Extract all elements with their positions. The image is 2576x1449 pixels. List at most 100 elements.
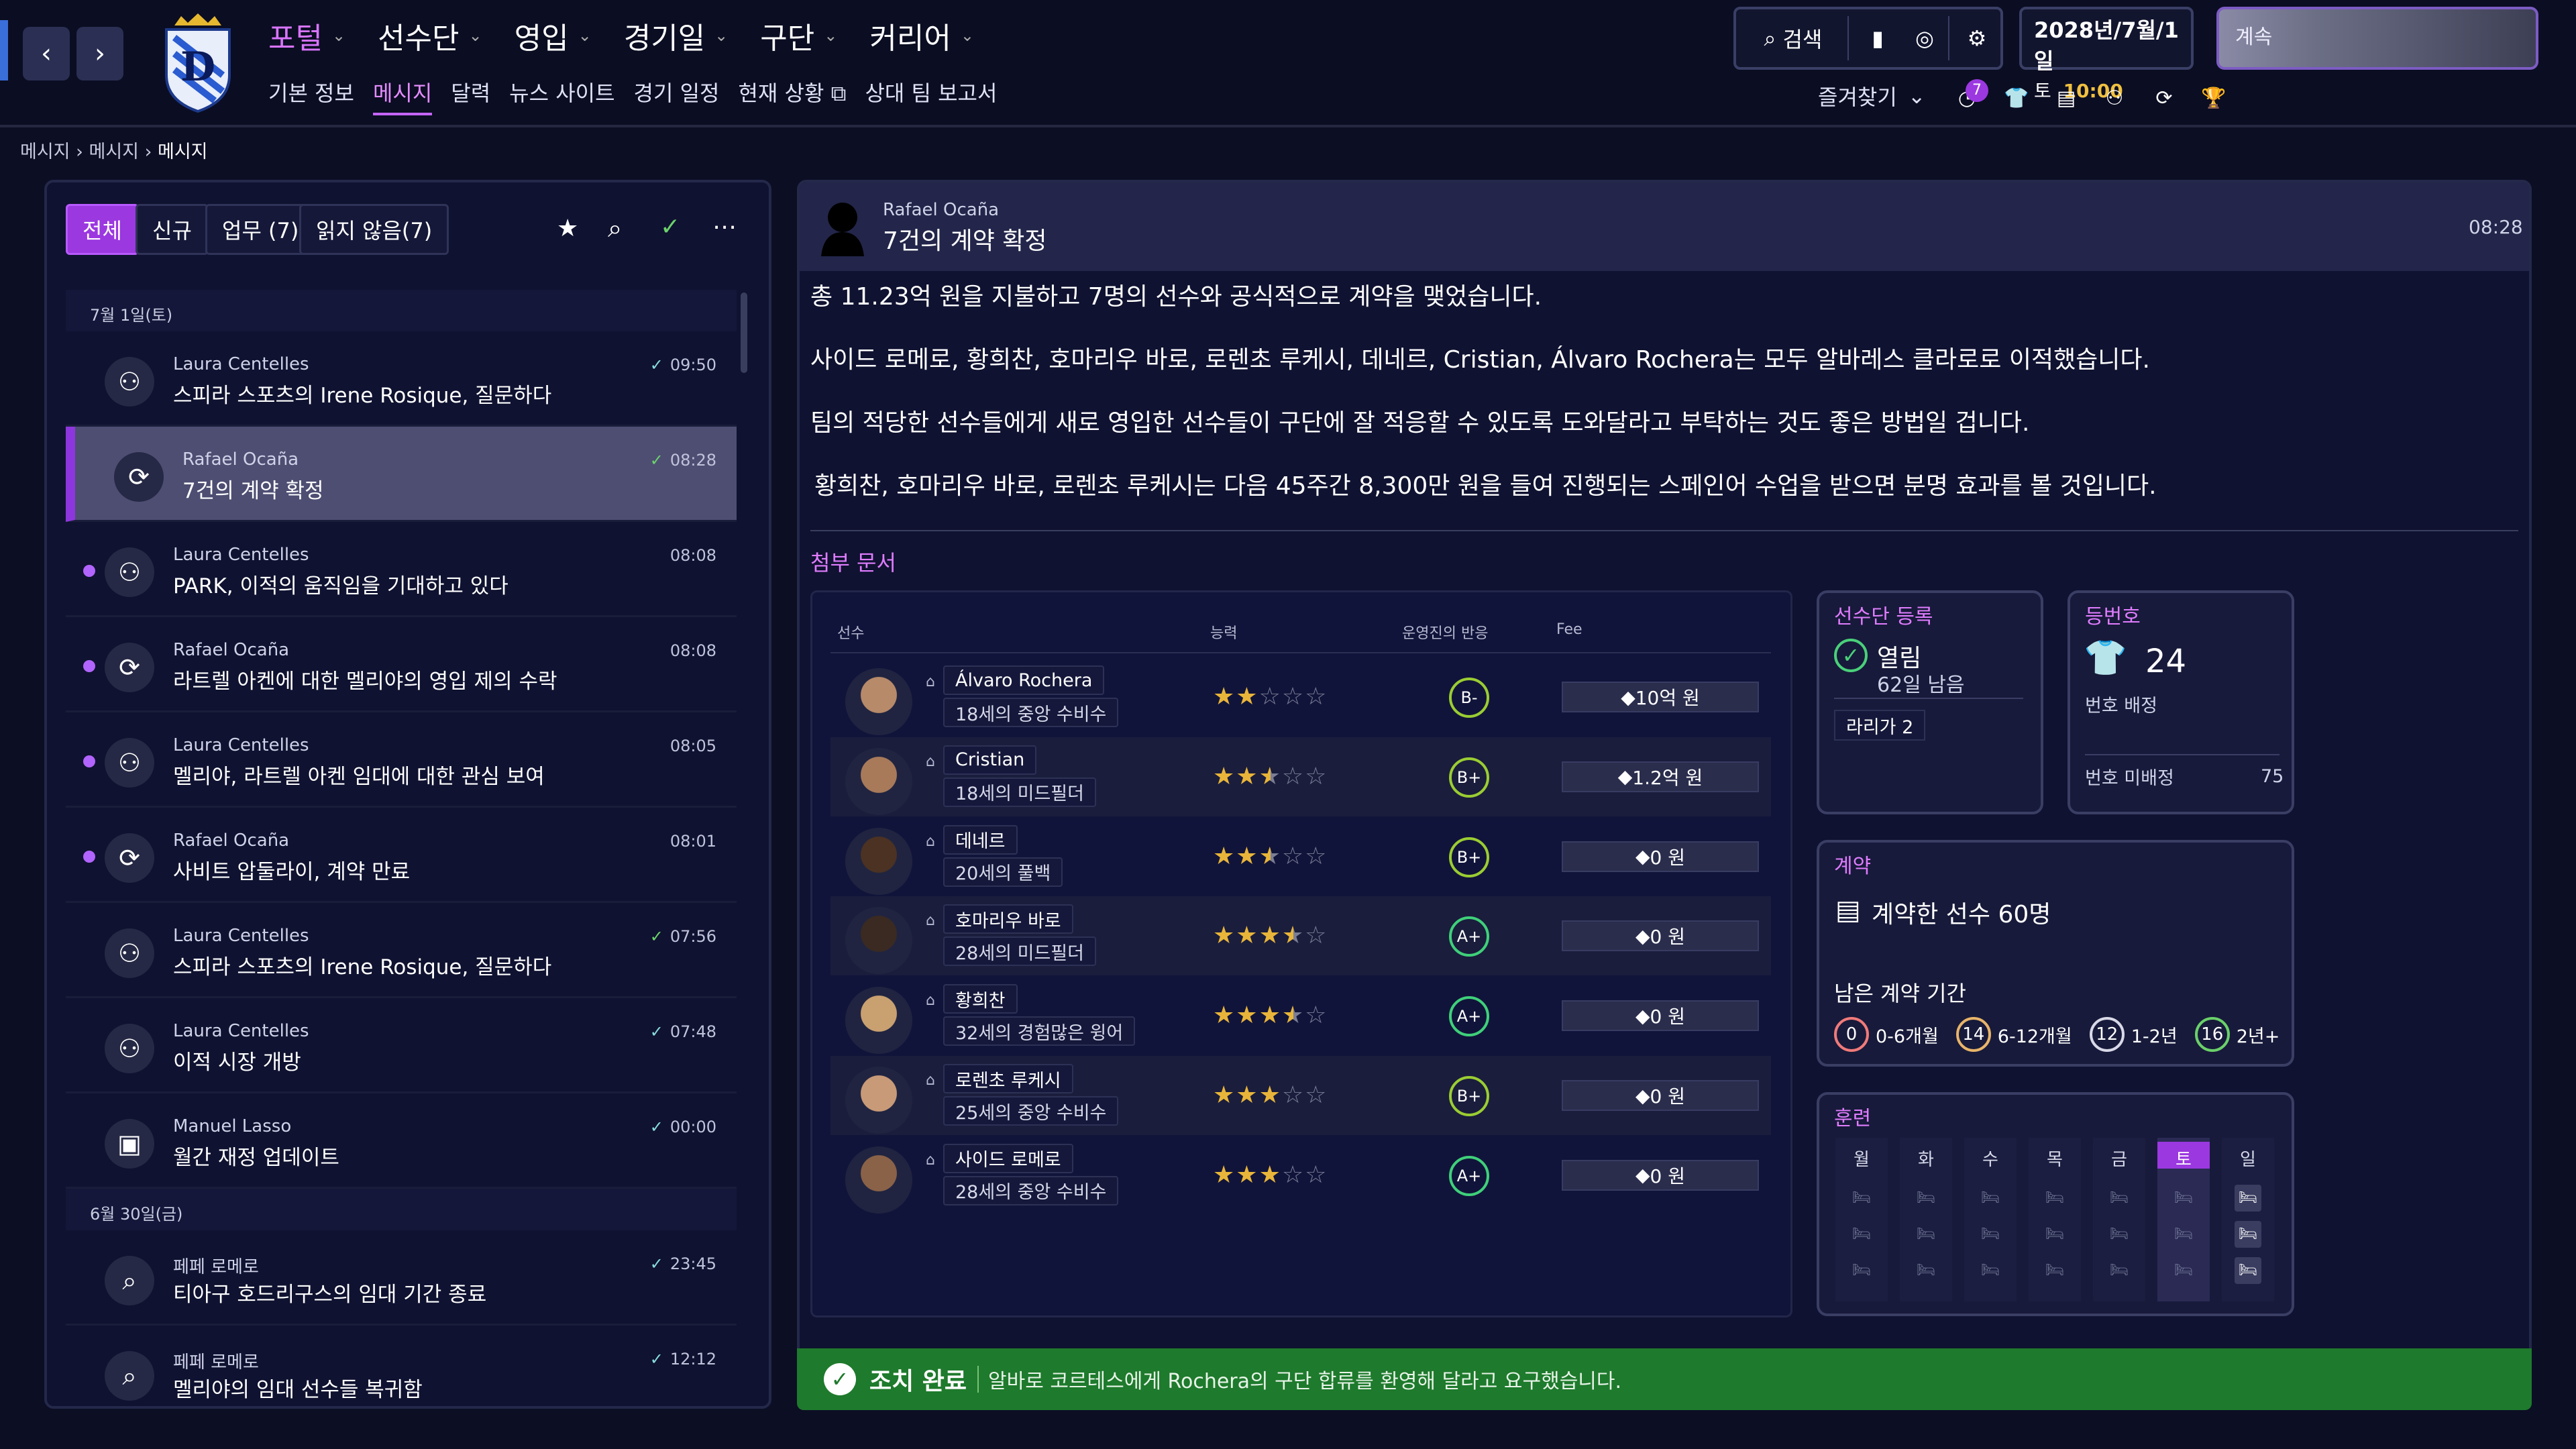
nav-portal[interactable]: 포털 ⌄ [268,14,345,57]
club-crest-logo[interactable]: D [161,13,235,113]
rest-bed-icon[interactable]: 🛏 [1848,1221,1875,1248]
tab-all[interactable]: 전체 [66,204,139,255]
subnav-news[interactable]: 뉴스 사이트 [509,76,614,115]
board-reaction-grade: B+ [1449,757,1489,798]
forward-button[interactable]: › [76,27,123,80]
crumb-2[interactable]: 메시지 [89,142,140,162]
player-name[interactable]: 사이드 로메로 [943,1143,1073,1173]
nav-career[interactable]: 커리어 ⌄ [869,14,974,57]
rest-bed-icon[interactable]: 🛏 [2170,1185,2197,1212]
rest-bed-icon[interactable]: 🛏 [2041,1221,2068,1248]
message-item[interactable]: ⚇ Laura Centelles 이적 시장 개방 ✓ 07:48 [66,998,737,1093]
player-row[interactable]: ⌂ Cristian 18세의 미드필더 ★★★☆☆ B+ ◆ 1.2억 원 [830,737,1771,816]
transfer-fee: ◆ 0 원 [1562,1000,1759,1032]
inbox-scrollbar[interactable] [741,292,747,373]
mark-all-read[interactable]: ✓ [660,213,680,241]
message-item[interactable]: ⟳ Rafael Ocaña 7건의 계약 확정 ✓ 08:28 [66,427,737,522]
contract-bucket[interactable]: 0 0-6개월 [1834,1017,1939,1052]
subnav-calendar[interactable]: 달력 [451,76,490,115]
subnav-opposition[interactable]: 상대 팀 보고서 [865,76,997,115]
kit-button[interactable]: 👕 [2002,83,2031,113]
rest-bed-icon[interactable]: 🛏 [1977,1185,2004,1212]
player-row[interactable]: ⌂ 황희찬 32세의 경험많은 윙어 ★★★★☆ A+ ◆ 0 원 [830,976,1771,1055]
rest-bed-icon[interactable]: 🛏 [1913,1185,1939,1212]
more-menu[interactable]: ⋯ [712,213,737,241]
unread-dot [83,565,95,577]
message-item[interactable]: ⚇ Laura Centelles 스피라 스포츠의 Irene Rosique… [66,331,737,427]
subnav-inbox[interactable]: 메시지 [372,76,433,115]
tactics-button[interactable]: ▤ [2051,83,2081,113]
rest-bed-icon[interactable]: 🛏 [2041,1185,2068,1212]
rest-bed-icon[interactable]: 🛏 [2235,1185,2261,1212]
player-name[interactable]: 황희찬 [943,984,1018,1014]
world-button[interactable]: ◎ [1901,9,1948,67]
rest-bed-icon[interactable]: 🛏 [1848,1185,1875,1212]
date-display[interactable]: 2028년/7월/1일 토 10:00 [2019,7,2194,102]
message-item[interactable]: ⟳ Rafael Ocaña 사비트 압둘라이, 계약 만료 08:01 [66,808,737,903]
settings-button[interactable]: ⚙ [1953,9,2000,67]
back-button[interactable]: ‹ [23,27,70,80]
star-filter[interactable]: ★ [557,215,578,242]
notebook-button[interactable]: ▮ [1854,9,1901,67]
training-day-label: 일 [2240,1150,2256,1170]
tab-unread[interactable]: 읽지 않음(7) [299,204,449,255]
rest-bed-icon[interactable]: 🛏 [2170,1221,2197,1248]
message-item[interactable]: ⟳ Rafael Ocaña 라트렐 아켄에 대한 멜리야의 영입 제의 수락 … [66,617,737,712]
player-row[interactable]: ⌂ 데네르 20세의 풀백 ★★★☆☆ B+ ◆ 0 원 [830,817,1771,896]
search-button[interactable]: ⌕ 검색 [1743,9,1843,67]
rest-bed-icon[interactable]: 🛏 [1848,1257,1875,1284]
person-icon: ⌂ [926,912,935,930]
subnav-fixtures[interactable]: 경기 일정 [634,76,720,115]
player-name[interactable]: Álvaro Rochera [943,665,1105,695]
day-header: 6월 30일(금) [66,1189,737,1230]
player-row[interactable]: ⌂ 로렌초 루케시 25세의 중앙 수비수 ★★★☆☆ B+ ◆ 0 원 [830,1056,1771,1135]
contract-bucket[interactable]: 14 6-12개월 [1955,1017,2072,1052]
rest-bed-icon[interactable]: 🛏 [2170,1257,2197,1284]
favorites-dropdown[interactable]: 즐겨찾기 ⌄ [1818,80,1926,111]
inbox-search[interactable]: ⌕ [608,213,622,244]
weekday: 토 [2034,80,2051,102]
rest-bed-icon[interactable]: 🛏 [2235,1221,2261,1248]
rest-bed-icon[interactable]: 🛏 [2106,1221,2133,1248]
player-row[interactable]: ⌂ 호마리우 바로 28세의 미드필더 ★★★★☆ A+ ◆ 0 원 [830,896,1771,976]
message-item[interactable]: ⚇ Laura Centelles PARK, 이적의 움직임을 기대하고 있다… [66,522,737,617]
message-item[interactable]: ⌕ 페페 로메로 멜리야의 임대 선수들 복귀함 ✓ 12:12 [66,1326,737,1409]
person-icon: ⌂ [926,1151,935,1169]
staff-button[interactable]: ⚇ [2100,83,2129,113]
rest-bed-icon[interactable]: 🛏 [2041,1257,2068,1284]
crumb-1[interactable]: 메시지 [20,142,70,162]
rest-bed-icon[interactable]: 🛏 [1977,1221,2004,1248]
contract-bucket[interactable]: 12 1-2년 [2089,1017,2178,1052]
refresh-icon: ⟳ [2155,86,2173,110]
player-row[interactable]: ⌂ Álvaro Rochera 18세의 중앙 수비수 ★★☆☆☆ B- ◆ 1… [830,657,1771,737]
player-name[interactable]: 호마리우 바로 [943,904,1073,934]
rest-bed-icon[interactable]: 🛏 [1913,1221,1939,1248]
globe-icon: ◎ [1915,25,1934,51]
search-icon: ⌕ [608,213,623,243]
continue-button[interactable]: 계속 [2216,7,2538,70]
player-row[interactable]: ⌂ 사이드 로메로 28세의 중앙 수비수 ★★★☆☆ A+ ◆ 0 원 [830,1136,1771,1215]
nav-recruitment[interactable]: 영입 ⌄ [515,14,592,57]
player-name[interactable]: Cristian [943,745,1037,775]
nav-club[interactable]: 구단 ⌄ [760,14,837,57]
rest-bed-icon[interactable]: 🛏 [1977,1257,2004,1284]
tab-new[interactable]: 신규 [136,204,209,255]
message-item[interactable]: ⌕ 페페 로메로 티아구 호드리구스의 임대 기간 종료 ✓ 23:45 [66,1230,737,1326]
player-name[interactable]: 데네르 [943,824,1018,855]
subnav-status[interactable]: 현재 상황 ⧉ [738,76,846,115]
trophy-button[interactable]: 🏆 [2199,83,2229,113]
contract-bucket[interactable]: 16 2년+ [2194,1017,2279,1052]
player-name[interactable]: 로렌초 루케시 [943,1064,1073,1093]
chevron-right-icon: › [95,38,105,69]
rest-bed-icon[interactable]: 🛏 [2106,1257,2133,1284]
nav-matchday[interactable]: 경기일 ⌄ [624,14,729,57]
message-item[interactable]: ▣ Manuel Lasso 월간 재정 업데이트 ✓ 00:00 [66,1093,737,1189]
message-item[interactable]: ⚇ Laura Centelles 멜리야, 라트렐 아켄 임대에 대한 관심 … [66,712,737,808]
rest-bed-icon[interactable]: 🛏 [2235,1257,2261,1284]
refresh-button[interactable]: ⟳ [2149,83,2179,113]
rest-bed-icon[interactable]: 🛏 [1913,1257,1939,1284]
message-item[interactable]: ⚇ Laura Centelles 스피라 스포츠의 Irene Rosique… [66,903,737,998]
nav-squad[interactable]: 선수단 ⌄ [378,14,482,57]
subnav-overview[interactable]: 기본 정보 [268,76,354,115]
rest-bed-icon[interactable]: 🛏 [2106,1185,2133,1212]
